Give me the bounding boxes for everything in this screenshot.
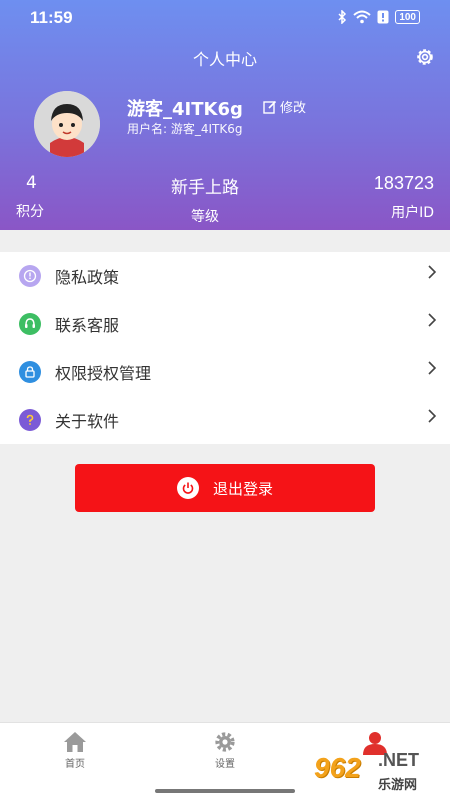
home-indicator[interactable] — [155, 789, 295, 793]
stat-points: 4 积分 — [16, 173, 44, 221]
edit-profile-button[interactable]: 修改 — [263, 97, 306, 116]
tab-label: 首页 — [65, 759, 85, 770]
points-value: 4 — [26, 173, 37, 193]
level-value: 新手上路 — [171, 178, 239, 198]
stat-userid: 183723 用户ID — [374, 173, 434, 222]
menu-item-label: 隐私政策 — [55, 268, 120, 287]
lock-icon — [19, 361, 41, 383]
status-icons: 100 — [337, 10, 420, 24]
watermark-net: .NET — [378, 750, 420, 770]
level-label: 等级 — [191, 209, 219, 225]
userid-label: 用户ID — [391, 205, 434, 221]
menu-item-about[interactable]: 关于软件 — [0, 396, 450, 444]
chevron-right-icon — [428, 265, 437, 279]
title-bar: 个人中心 — [0, 36, 450, 78]
points-label: 积分 — [16, 204, 44, 220]
chevron-right-icon — [428, 409, 437, 423]
tab-home[interactable]: 首页 — [45, 731, 105, 770]
gear-icon — [215, 732, 235, 752]
customer-service-icon — [19, 313, 41, 335]
question-icon — [19, 409, 41, 431]
power-icon — [176, 477, 199, 499]
menu-item-customer-service[interactable]: 联系客服 — [0, 300, 450, 348]
username: 游客_4ITK6g — [127, 99, 243, 120]
status-time: 11:59 — [30, 8, 73, 27]
username-line: 用户名: 游客_4ITK6g — [127, 122, 243, 136]
alert-icon — [377, 10, 389, 24]
tab-settings[interactable]: 设置 — [195, 731, 255, 770]
avatar-image — [34, 91, 100, 157]
menu-item-permissions[interactable]: 权限授权管理 — [0, 348, 450, 396]
battery-indicator: 100 — [395, 10, 420, 24]
home-icon — [64, 732, 86, 752]
bluetooth-icon — [338, 10, 347, 24]
menu-item-privacy[interactable]: 隐私政策 — [0, 252, 450, 300]
edit-label: 修改 — [280, 101, 307, 116]
gear-icon[interactable] — [414, 46, 436, 68]
logout-label: 退出登录 — [212, 479, 273, 498]
status-bar: 11:59 100 — [0, 0, 450, 36]
menu-item-label: 联系客服 — [55, 316, 120, 335]
chevron-right-icon — [428, 313, 437, 327]
watermark-number: 962 — [314, 752, 361, 783]
settings-menu: 隐私政策 联系客服 权限授权管理 关于软件 — [0, 252, 450, 444]
menu-item-label: 关于软件 — [55, 412, 120, 431]
menu-item-label: 权限授权管理 — [55, 364, 152, 383]
avatar[interactable] — [34, 91, 100, 157]
page-title: 个人中心 — [192, 50, 257, 69]
site-watermark: 962 .NET 乐游网 — [312, 748, 442, 794]
wifi-icon — [353, 10, 371, 24]
logout-button[interactable]: 退出登录 — [75, 464, 375, 512]
chevron-right-icon — [428, 361, 437, 375]
privacy-icon — [19, 265, 41, 287]
userid-value: 183723 — [373, 173, 434, 193]
stat-level: 新手上路 等级 — [140, 173, 270, 226]
profile-header: 11:59 100 个人中心 游客_4ITK6g 修改 用户名: 游客_4ITK… — [0, 0, 450, 230]
watermark-site: 乐游网 — [378, 778, 418, 793]
edit-icon — [263, 100, 277, 114]
tab-label: 设置 — [215, 759, 235, 770]
